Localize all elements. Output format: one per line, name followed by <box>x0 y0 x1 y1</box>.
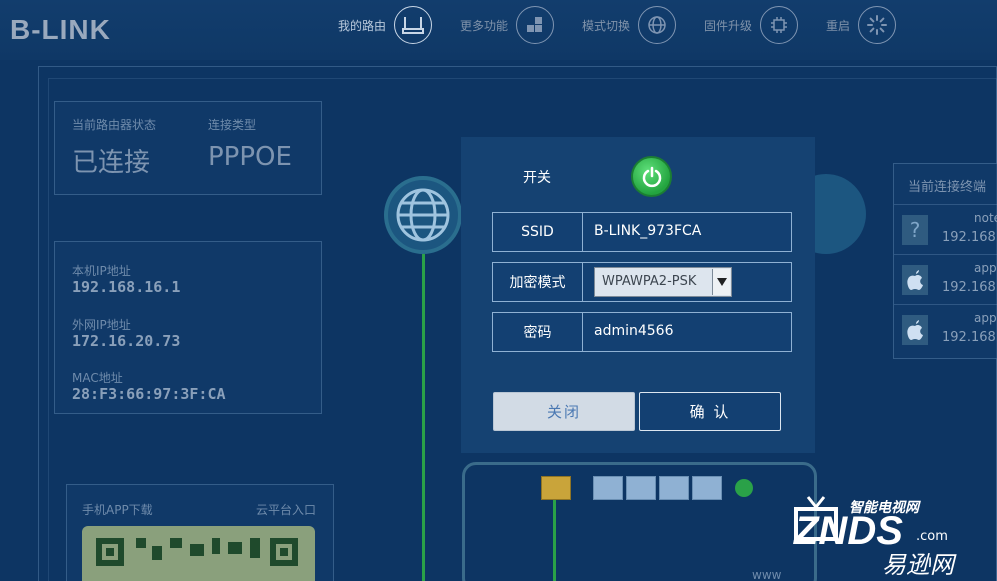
wan-port <box>541 476 571 500</box>
lan-port-1 <box>593 476 623 500</box>
device-row[interactable]: app 192.168. <box>894 254 997 304</box>
router-status-label: 当前路由器状态 <box>72 118 157 132</box>
internet-globe-icon <box>384 176 462 254</box>
device-row[interactable]: app 192.168. <box>894 304 997 354</box>
power-led <box>735 479 753 497</box>
password-row: 密码 admin4566 <box>492 312 792 352</box>
encryption-label: 加密模式 <box>493 263 583 301</box>
connected-devices-panel: 当前连接终端 ? noteb 192.168. app 192.168. app… <box>893 163 997 359</box>
apple-icon <box>902 315 928 345</box>
nav-mode-switch[interactable]: 模式切换 <box>582 5 677 45</box>
device-name: app <box>974 261 997 275</box>
device-row[interactable]: ? noteb 192.168. <box>894 204 997 254</box>
watermark-cn-text: 易逊网 <box>882 551 954 579</box>
device-name: app <box>974 311 997 325</box>
chevron-down-icon[interactable] <box>712 269 730 295</box>
local-ip-label: 本机IP地址 <box>72 264 131 278</box>
wifi-power-toggle[interactable] <box>631 156 672 197</box>
nav-restart-label: 重启 <box>826 18 851 33</box>
local-ip-value: 192.168.16.1 <box>72 278 181 296</box>
question-icon: ? <box>902 215 928 245</box>
router-icon <box>394 6 433 44</box>
ssid-label: SSID <box>493 213 583 251</box>
qr-code-image <box>82 526 315 581</box>
device-ip: 192.168. <box>942 280 997 295</box>
device-ip: 192.168. <box>942 330 997 345</box>
watermark-com-text: .com <box>916 529 948 544</box>
chip-icon <box>760 6 799 44</box>
router-status-value: 已连接 <box>72 148 151 178</box>
device-ip: 192.168. <box>942 230 997 245</box>
apple-icon <box>902 265 928 295</box>
top-bar: B-LINK 我的路由 更多功能 模式切换 固件升级 重启 <box>0 0 997 60</box>
nav-mode-switch-label: 模式切换 <box>582 18 631 33</box>
confirm-button[interactable]: 确 认 <box>639 392 781 431</box>
znds-watermark: 智能电视网 ZNDS .com 易逊网 <box>786 487 997 581</box>
password-label: 密码 <box>493 313 583 351</box>
nav-more-features[interactable]: 更多功能 <box>460 5 555 45</box>
devices-header: 当前连接终端 <box>908 180 987 195</box>
nav-my-router-label: 我的路由 <box>338 18 387 33</box>
router-admin-page: B-LINK 我的路由 更多功能 模式切换 固件升级 重启 当前路由器状态 已连… <box>0 0 997 581</box>
nav-more-features-label: 更多功能 <box>460 18 509 33</box>
app-download-label[interactable]: 手机APP下载 <box>82 501 153 518</box>
power-icon <box>642 166 661 187</box>
ssid-input[interactable]: B-LINK_973FCA <box>594 223 701 239</box>
restart-icon <box>858 6 897 44</box>
nav-firmware-upgrade[interactable]: 固件升级 <box>704 5 799 45</box>
wan-ip-label: 外网IP地址 <box>72 318 131 332</box>
switch-label: 开关 <box>523 170 551 186</box>
wan-ip-value: 172.16.20.73 <box>72 332 181 350</box>
lan-port-2 <box>626 476 656 500</box>
grid-icon <box>516 6 555 44</box>
brand-logo: B-LINK <box>10 14 111 45</box>
nav-firmware-upgrade-label: 固件升级 <box>704 18 753 33</box>
encryption-select[interactable]: WPAWPA2-PSK <box>594 267 732 297</box>
globe-icon <box>638 6 677 44</box>
device-name: noteb <box>974 211 997 225</box>
router-www-label: www <box>752 568 782 581</box>
close-button[interactable]: 关闭 <box>493 392 635 431</box>
password-input[interactable]: admin4566 <box>594 323 674 339</box>
ssid-row: SSID B-LINK_973FCA <box>492 212 792 252</box>
encryption-row: 加密模式 WPAWPA2-PSK <box>492 262 792 302</box>
lan-port-3 <box>659 476 689 500</box>
cloud-entry-label[interactable]: 云平台入口 <box>256 501 316 518</box>
encryption-selected-value: WPAWPA2-PSK <box>602 274 697 289</box>
mac-value: 28:F3:66:97:3F:CA <box>72 385 226 403</box>
mac-label: MAC地址 <box>72 371 123 385</box>
conn-type-value: PPPOE <box>208 142 292 172</box>
nav-my-router[interactable]: 我的路由 <box>338 5 433 45</box>
conn-type-label: 连接类型 <box>208 118 257 132</box>
nav-restart[interactable]: 重启 <box>826 5 897 45</box>
lan-port-4 <box>692 476 722 500</box>
wan-link-line <box>422 254 425 581</box>
